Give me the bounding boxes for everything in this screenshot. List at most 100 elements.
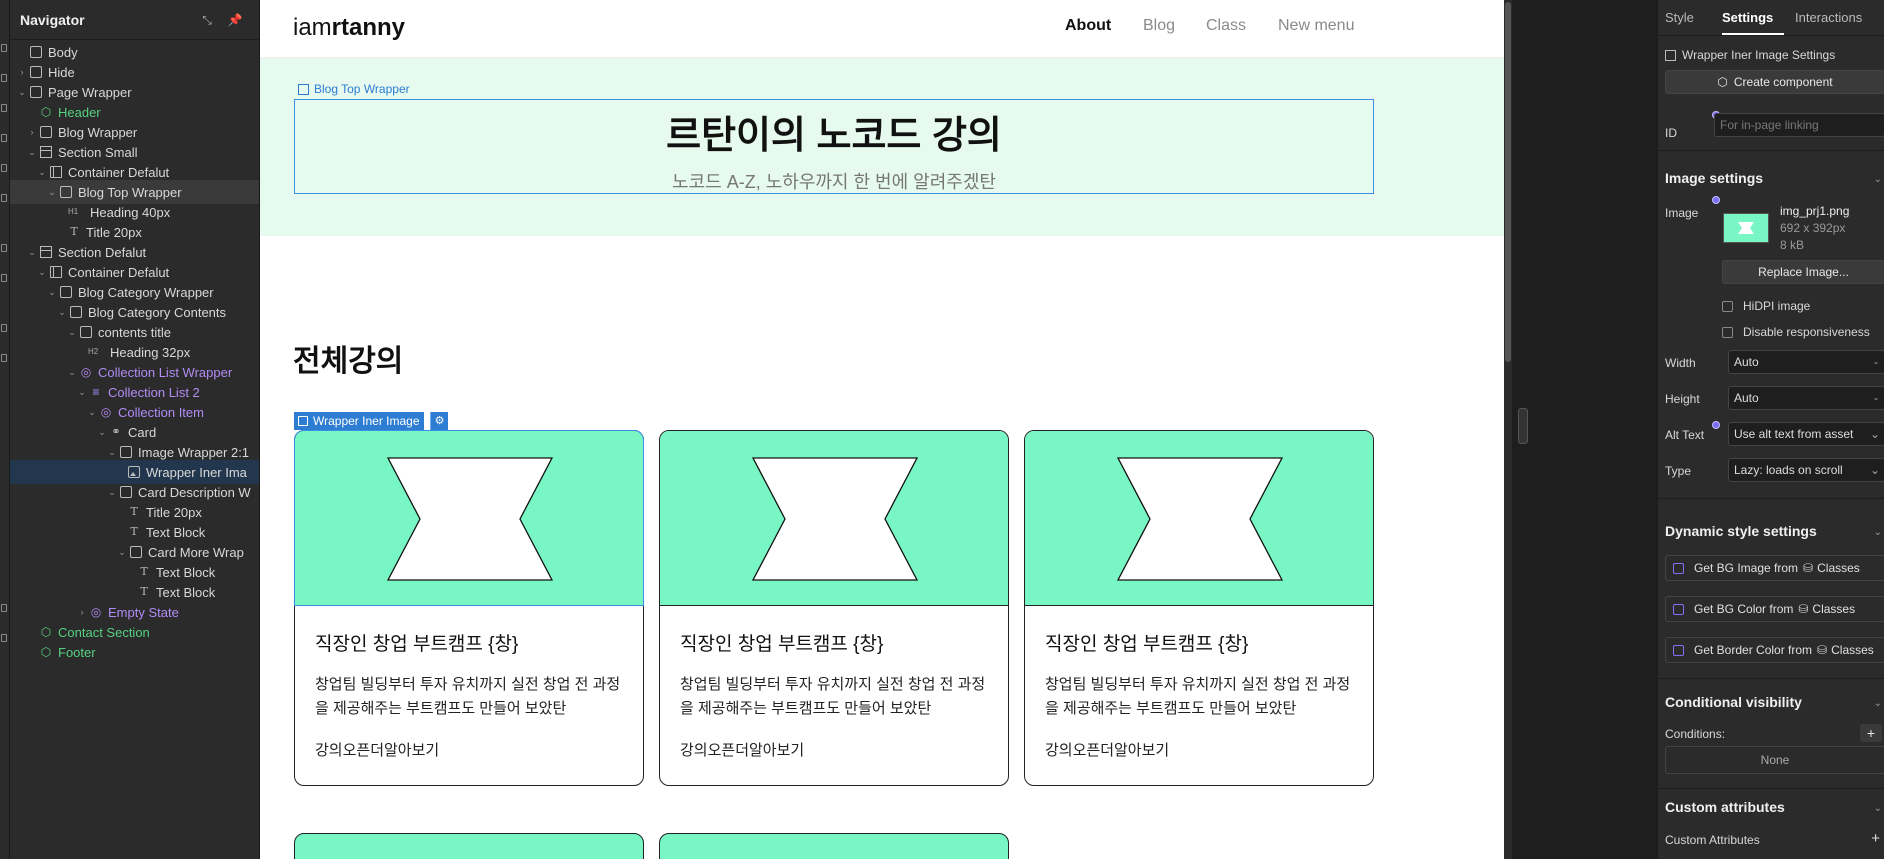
menu-about[interactable]: About — [1065, 17, 1111, 35]
conditional-visibility-title[interactable]: Conditional visibility — [1665, 694, 1802, 710]
logic-icon[interactable] — [1, 354, 7, 362]
card-more-link[interactable]: 강의오픈더알아보기 — [1045, 739, 1169, 760]
add-icon[interactable] — [1, 44, 7, 52]
replace-image-label: Replace Image... — [1758, 265, 1849, 279]
pages-icon[interactable] — [1, 74, 7, 82]
tree-item-label: Empty State — [108, 604, 179, 620]
card-image[interactable] — [1025, 431, 1373, 606]
chevron-down-icon[interactable]: ⌄ — [1874, 174, 1882, 185]
image-label: Image — [1665, 206, 1699, 220]
styles-icon[interactable] — [1, 164, 7, 172]
hero-title[interactable]: 르탄이의 노코드 강의 — [295, 104, 1373, 159]
menu-new[interactable]: New menu — [1278, 17, 1354, 35]
site-logo[interactable]: iamrtanny — [293, 14, 405, 42]
chevron-down-icon[interactable]: ⌄ — [1874, 803, 1882, 814]
tab-settings[interactable]: Settings — [1722, 10, 1773, 25]
hero-subtitle[interactable]: 노코드 A-Z, 노하우까지 한 번에 알려주겠탄 — [295, 168, 1373, 194]
database-icon: ⛁ — [1817, 643, 1828, 657]
components-icon[interactable] — [1, 134, 7, 142]
loading-type-select[interactable]: Lazy: loads on scroll ⌄ — [1728, 458, 1884, 482]
chevron-down-icon[interactable]: ⌄ — [1874, 527, 1882, 538]
tree-item-label: Section Small — [58, 144, 138, 160]
card-title[interactable]: 직장인 창업 부트캠프 {창} — [1045, 629, 1248, 656]
custom-attributes-title[interactable]: Custom attributes — [1665, 799, 1785, 815]
chevron-down-icon[interactable]: ⌄ — [1874, 698, 1882, 709]
menu-class[interactable]: Class — [1206, 17, 1246, 35]
card[interactable]: 직장인 창업 부트캠프 {창} 창업팀 빌딩부터 투자 유치까지 실전 창업 전… — [1024, 430, 1374, 786]
container-icon — [50, 166, 62, 178]
menu-blog[interactable]: Blog — [1143, 17, 1175, 35]
blog-top-wrapper[interactable]: 르탄이의 노코드 강의 노코드 A-Z, 노하우까지 한 번에 알려주겠탄 — [294, 99, 1374, 194]
chevron-down-icon: ⌄ — [1869, 463, 1880, 477]
dyn-border-color-option[interactable]: Get Border Color from ⛁ Classes — [1665, 637, 1884, 663]
card[interactable]: 직장인 창업 부트캠프 {창} 창업팀 빌딩부터 투자 유치까지 실전 창업 전… — [659, 430, 1009, 786]
conditions-none-field[interactable]: None — [1665, 746, 1884, 774]
element-settings-label: Wrapper Iner Image Settings — [1682, 48, 1836, 62]
pin-icon[interactable]: 📌 — [221, 10, 249, 30]
tree-item-label: Collection List Wrapper — [98, 364, 233, 380]
assets-icon[interactable] — [1, 194, 7, 202]
add-attribute-icon[interactable]: + — [1871, 830, 1880, 847]
image-icon — [1665, 49, 1676, 61]
tab-interactions[interactable]: Interactions — [1795, 10, 1862, 25]
element-settings-heading: Wrapper Iner Image Settings — [1665, 48, 1835, 62]
card-description[interactable]: 창업팀 빌딩부터 투자 유치까지 실전 창업 전 과정을 제공해주는 부트캠프도… — [680, 673, 995, 721]
card-image[interactable] — [660, 431, 1008, 606]
card-more-link[interactable]: 강의오픈더알아보기 — [680, 739, 804, 760]
card-title[interactable]: 직장인 창업 부트캠프 {창} — [315, 629, 518, 656]
help-icon[interactable] — [1, 604, 7, 612]
box-icon — [40, 126, 52, 138]
image-thumbnail[interactable] — [1723, 213, 1769, 243]
card-description[interactable]: 창업팀 빌딩부터 투자 유치까지 실전 창업 전 과정을 제공해주는 부트캠프도… — [1045, 673, 1360, 721]
card-more-link[interactable]: 강의오픈더알아보기 — [315, 739, 439, 760]
blog-top-wrapper-tag[interactable]: Blog Top Wrapper — [298, 82, 410, 96]
image-icon — [128, 466, 140, 478]
replace-image-button[interactable]: Replace Image... — [1722, 260, 1884, 284]
cms-icon[interactable] — [1, 244, 7, 252]
height-input[interactable]: Auto - — [1728, 386, 1884, 410]
users-icon[interactable] — [1, 324, 7, 332]
dynamic-style-title[interactable]: Dynamic style settings — [1665, 523, 1817, 539]
scrollbar-thumb[interactable] — [1505, 2, 1511, 362]
box-icon — [298, 83, 309, 95]
navigator-icon[interactable] — [1, 104, 7, 112]
card-image[interactable] — [295, 431, 643, 606]
card-partial[interactable] — [659, 833, 1009, 859]
card-title[interactable]: 직장인 창업 부트캠프 {창} — [680, 629, 883, 656]
id-input[interactable]: For in-page linking — [1714, 113, 1884, 137]
resize-handle[interactable] — [1518, 408, 1528, 444]
box-icon — [120, 446, 132, 458]
dyn-bg-image-option[interactable]: Get BG Image from ⛁ Classes — [1665, 555, 1884, 581]
create-component-button[interactable]: ⬡ Create component — [1665, 70, 1884, 94]
settings-icon[interactable] — [1, 634, 7, 642]
divider — [1658, 150, 1884, 151]
box-icon — [80, 326, 92, 338]
alt-text-select[interactable]: Use alt text from asset ⌄ — [1728, 422, 1884, 446]
binding-dot-icon[interactable] — [1712, 421, 1720, 429]
dyn-bg-color-option[interactable]: Get BG Color from ⛁ Classes — [1665, 596, 1884, 622]
binding-dot-icon[interactable] — [1712, 196, 1720, 204]
add-condition-button[interactable]: + — [1860, 724, 1882, 742]
width-input[interactable]: Auto - — [1728, 350, 1884, 374]
disable-responsiveness-checkbox[interactable] — [1722, 327, 1733, 338]
card-description[interactable]: 창업팀 빌딩부터 투자 유치까지 실전 창업 전 과정을 제공해주는 부트캠프도… — [315, 673, 630, 721]
selected-element-label[interactable]: Wrapper Iner Image — [294, 412, 424, 430]
tree-item-label: Text Block — [146, 524, 206, 540]
section-title[interactable]: 전체강의 — [293, 336, 403, 380]
wrapper-tag-label: Blog Top Wrapper — [314, 82, 410, 96]
site-header[interactable]: iamrtanny About Blog Class New menu — [260, 0, 1504, 58]
ecommerce-icon[interactable] — [1, 274, 7, 282]
height-value: Auto — [1734, 391, 1759, 405]
element-settings-gear-icon[interactable]: ⚙ — [430, 412, 448, 430]
hidpi-checkbox[interactable] — [1722, 301, 1733, 312]
designer-canvas[interactable]: iamrtanny About Blog Class New menu Blog… — [260, 0, 1504, 859]
tree-item-footer[interactable]: ⬡ Footer — [10, 640, 259, 664]
image-settings-title[interactable]: Image settings — [1665, 170, 1763, 186]
tab-style[interactable]: Style — [1665, 10, 1694, 25]
collapse-icon[interactable]: ⤡ — [193, 10, 221, 30]
card[interactable]: 직장인 창업 부트캠프 {창} 창업팀 빌딩부터 투자 유치까지 실전 창업 전… — [294, 430, 644, 786]
card-partial[interactable] — [294, 833, 644, 859]
tree-item-label: Container Defalut — [68, 164, 170, 180]
id-label: ID — [1665, 126, 1677, 140]
canvas-scrollbar[interactable] — [1504, 0, 1512, 859]
